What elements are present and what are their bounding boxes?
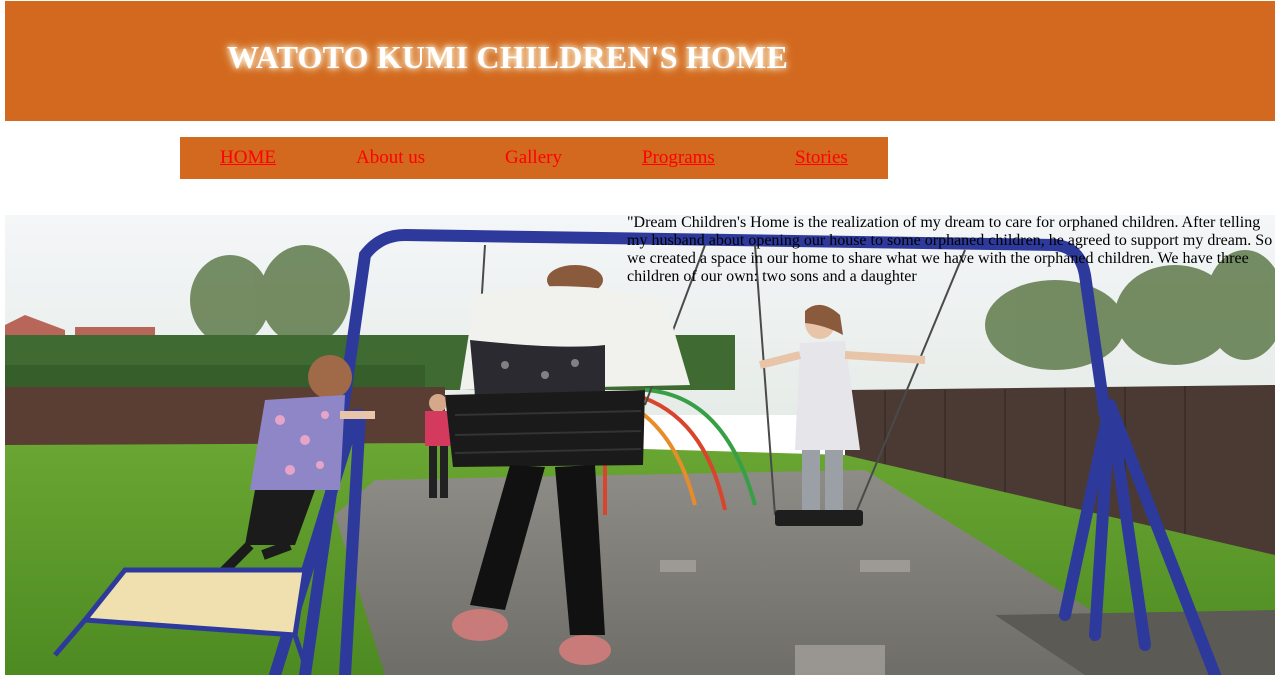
mission-quote: "Dream Children's Home is the realizatio… bbox=[627, 214, 1273, 285]
page: WATOTO KUMI CHILDREN'S HOME HOME About u… bbox=[0, 0, 1277, 675]
site-title: WATOTO KUMI CHILDREN'S HOME bbox=[227, 39, 789, 75]
nav-link-about-us[interactable]: About us bbox=[356, 147, 425, 169]
nav-link-home[interactable]: HOME bbox=[220, 147, 276, 169]
nav-link-gallery[interactable]: Gallery bbox=[505, 147, 562, 169]
nav-link-programs[interactable]: Programs bbox=[642, 147, 715, 169]
nav-link-stories[interactable]: Stories bbox=[795, 147, 848, 169]
main-nav: HOME About us Gallery Programs Stories bbox=[180, 137, 888, 179]
site-header: WATOTO KUMI CHILDREN'S HOME bbox=[5, 1, 1275, 121]
